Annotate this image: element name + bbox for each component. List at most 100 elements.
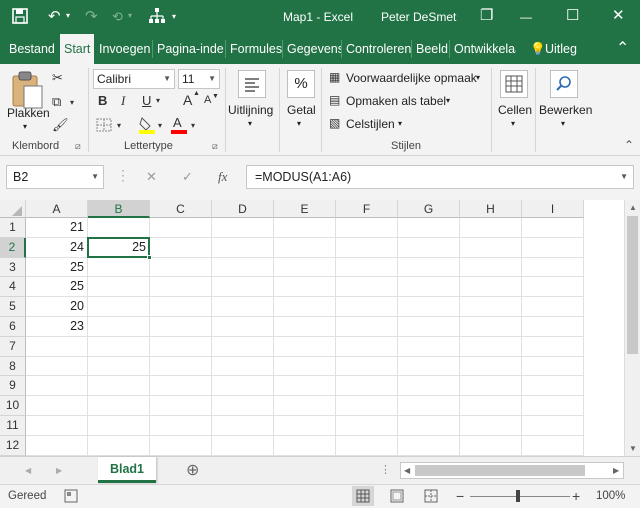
cell-d3[interactable] — [212, 257, 274, 278]
cell-a2[interactable]: 24 — [26, 237, 88, 258]
underline-dropdown-icon[interactable]: ▾ — [156, 96, 160, 105]
row-header-10[interactable]: 10 — [0, 396, 26, 416]
cell-i10[interactable] — [522, 396, 584, 416]
cell-e3[interactable] — [274, 257, 336, 278]
cell-i7[interactable] — [522, 336, 584, 357]
paste-icon[interactable] — [10, 70, 44, 110]
format-as-table-icon[interactable]: ▤ — [329, 93, 340, 107]
font-size-combo[interactable]: 11 ▼ — [178, 69, 220, 89]
tab-pagina-indeling[interactable]: Pagina-inde — [153, 34, 225, 64]
row-header-8[interactable]: 8 — [0, 356, 26, 377]
formula-input[interactable]: =MODUS(A1:A6) ▼ — [246, 165, 634, 189]
format-as-table-button[interactable]: Opmaken als tabel — [346, 94, 446, 108]
column-header-h[interactable]: H — [460, 200, 522, 218]
conditional-formatting-button[interactable]: Voorwaardelijke opmaak — [346, 71, 477, 85]
cell-g1[interactable] — [398, 218, 460, 238]
vertical-scrollbar[interactable]: ▲ ▼ — [624, 200, 640, 456]
tab-start[interactable]: Start — [60, 34, 94, 64]
cell-c9[interactable] — [150, 376, 212, 397]
cell-c10[interactable] — [150, 396, 212, 416]
cell-e4[interactable] — [274, 277, 336, 298]
cell-styles-icon[interactable]: ▧ — [329, 116, 340, 130]
scroll-up-icon[interactable]: ▲ — [629, 203, 637, 212]
cells-dropdown-icon[interactable]: ▾ — [511, 119, 515, 128]
cell-b1[interactable] — [88, 218, 150, 238]
row-header-5[interactable]: 5 — [0, 297, 26, 317]
cell-g4[interactable] — [398, 277, 460, 298]
format-painter-icon[interactable]: 🖌 — [52, 117, 69, 133]
sheet-scroll-right-icon[interactable]: ▶ — [56, 466, 62, 475]
cell-styles-button[interactable]: Celstijlen — [346, 117, 395, 131]
minimize-icon[interactable]: — — [520, 10, 532, 24]
row-header-6[interactable]: 6 — [0, 317, 26, 337]
cell-c8[interactable] — [150, 356, 212, 377]
cell-i12[interactable] — [522, 435, 584, 456]
zoom-out-button[interactable]: − — [456, 488, 464, 504]
save-icon[interactable] — [12, 8, 28, 27]
column-header-g[interactable]: G — [398, 200, 460, 218]
percent-icon[interactable]: % — [287, 70, 315, 98]
cell-a11[interactable] — [26, 416, 88, 436]
cell-b10[interactable] — [88, 396, 150, 416]
alignment-dropdown-icon[interactable]: ▾ — [248, 119, 252, 128]
cut-icon[interactable]: ✂ — [52, 70, 63, 86]
cell-a10[interactable] — [26, 396, 88, 416]
cell-c2[interactable] — [150, 237, 212, 258]
add-sheet-icon[interactable]: ⊕ — [186, 460, 199, 480]
cells-button[interactable]: Cellen — [498, 103, 532, 117]
cell-b5[interactable] — [88, 297, 150, 317]
paste-dropdown-icon[interactable]: ▾ — [23, 122, 27, 131]
scroll-left-icon[interactable]: ◀ — [404, 466, 410, 475]
cell-d10[interactable] — [212, 396, 274, 416]
cell-a1[interactable]: 21 — [26, 218, 88, 238]
row-header-2[interactable]: 2 — [0, 237, 26, 258]
user-name[interactable]: Peter DeSmet — [381, 10, 456, 24]
cell-d4[interactable] — [212, 277, 274, 298]
row-header-3[interactable]: 3 — [0, 257, 26, 278]
cell-c1[interactable] — [150, 218, 212, 238]
cell-h11[interactable] — [460, 416, 522, 436]
sheet-scroll-left-icon[interactable]: ◀ — [25, 466, 31, 475]
cell-a7[interactable] — [26, 336, 88, 357]
zoom-level[interactable]: 100% — [596, 490, 625, 502]
insert-function-icon[interactable]: fx — [218, 169, 227, 185]
cell-e9[interactable] — [274, 376, 336, 397]
zoom-slider-track[interactable] — [470, 496, 570, 497]
cell-c5[interactable] — [150, 297, 212, 317]
select-all-corner[interactable] — [0, 200, 26, 218]
cell-h10[interactable] — [460, 396, 522, 416]
column-header-f[interactable]: F — [336, 200, 398, 218]
row-header-12[interactable]: 12 — [0, 435, 26, 456]
hierarchy-icon[interactable] — [148, 7, 166, 29]
cell-d12[interactable] — [212, 435, 274, 456]
cell-f12[interactable] — [336, 435, 398, 456]
page-break-view-icon[interactable] — [424, 489, 438, 506]
cell-c7[interactable] — [150, 336, 212, 357]
cell-b12[interactable] — [88, 435, 150, 456]
cell-i2[interactable] — [522, 237, 584, 258]
cell-d7[interactable] — [212, 336, 274, 357]
number-format-dropdown-icon[interactable]: ▾ — [297, 119, 301, 128]
cell-f9[interactable] — [336, 376, 398, 397]
collapse-ribbon-chevron-icon[interactable]: ⌃ — [624, 138, 634, 152]
cell-d5[interactable] — [212, 297, 274, 317]
cell-b9[interactable] — [88, 376, 150, 397]
more-options-icon[interactable]: ⋮ — [116, 167, 130, 184]
enter-icon[interactable]: ✓ — [182, 169, 193, 185]
cell-i8[interactable] — [522, 356, 584, 377]
cell-a4[interactable]: 25 — [26, 277, 88, 298]
cell-e8[interactable] — [274, 356, 336, 377]
cell-h9[interactable] — [460, 376, 522, 397]
font-color-icon[interactable]: A — [170, 114, 188, 135]
cell-c11[interactable] — [150, 416, 212, 436]
cell-g8[interactable] — [398, 356, 460, 377]
normal-view-icon[interactable] — [352, 486, 374, 506]
bold-button[interactable]: B — [98, 93, 107, 108]
lettertype-launcher-icon[interactable]: ⧄ — [212, 141, 218, 152]
fill-handle[interactable] — [147, 254, 152, 260]
cell-e12[interactable] — [274, 435, 336, 456]
cell-f3[interactable] — [336, 257, 398, 278]
scroll-down-icon[interactable]: ▼ — [629, 444, 637, 453]
fill-color-dropdown-icon[interactable]: ▾ — [158, 121, 162, 130]
cell-g12[interactable] — [398, 435, 460, 456]
